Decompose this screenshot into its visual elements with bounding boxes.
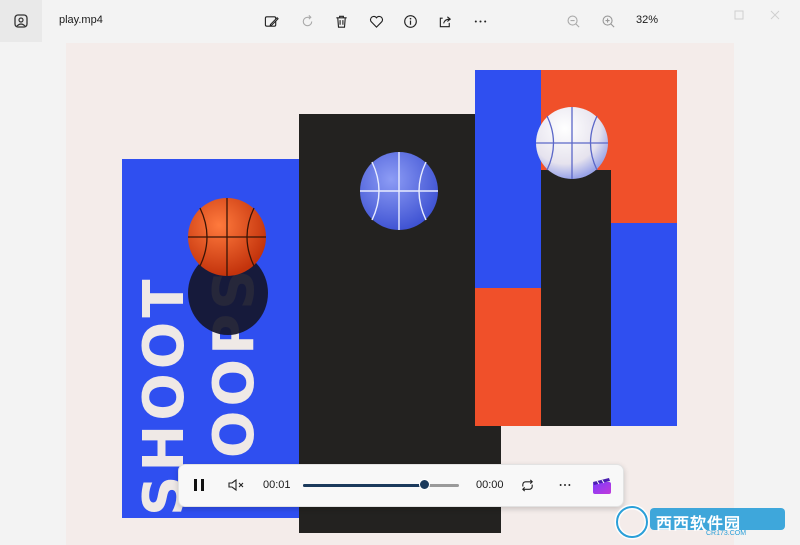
current-time: 00:01	[263, 479, 291, 491]
zoom-out-icon[interactable]	[562, 10, 584, 32]
info-icon[interactable]	[399, 10, 421, 32]
site-watermark: 西西软件园 CR173.COM	[610, 500, 790, 540]
favorite-icon[interactable]	[365, 10, 387, 32]
remaining-time: 00:00	[476, 479, 504, 491]
rotate-icon[interactable]	[296, 10, 318, 32]
pause-icon[interactable]	[189, 475, 209, 495]
photos-app-icon	[0, 0, 42, 42]
right-blue-block-bottom	[611, 223, 677, 426]
white-basketball	[536, 107, 608, 179]
zoom-level[interactable]: 32%	[636, 14, 658, 26]
right-orange-block-bottom	[475, 288, 541, 426]
title-bar: play.mp4 32%	[0, 0, 800, 42]
close-window-icon[interactable]	[766, 6, 784, 24]
more-icon[interactable]	[469, 10, 491, 32]
mute-icon[interactable]	[227, 475, 247, 495]
repeat-icon[interactable]	[517, 475, 537, 495]
seek-bar-progress	[303, 484, 425, 487]
watermark-site-text: CR173.COM	[706, 530, 747, 537]
zoom-in-icon[interactable]	[597, 10, 619, 32]
seek-bar[interactable]	[303, 479, 459, 490]
delete-icon[interactable]	[330, 10, 352, 32]
more-icon[interactable]	[555, 475, 575, 495]
orange-basketball	[188, 198, 266, 276]
share-icon[interactable]	[434, 10, 456, 32]
media-controls-bar: 00:01 00:00	[178, 464, 624, 507]
file-name: play.mp4	[59, 14, 103, 26]
edit-image-icon[interactable]	[260, 10, 282, 32]
blue-basketball	[360, 152, 438, 230]
right-blue-block-top	[475, 70, 541, 288]
clipchamp-icon[interactable]	[591, 475, 613, 497]
seek-thumb[interactable]	[418, 479, 430, 490]
right-dark-strip	[541, 170, 611, 426]
restore-window-icon[interactable]	[730, 6, 748, 24]
